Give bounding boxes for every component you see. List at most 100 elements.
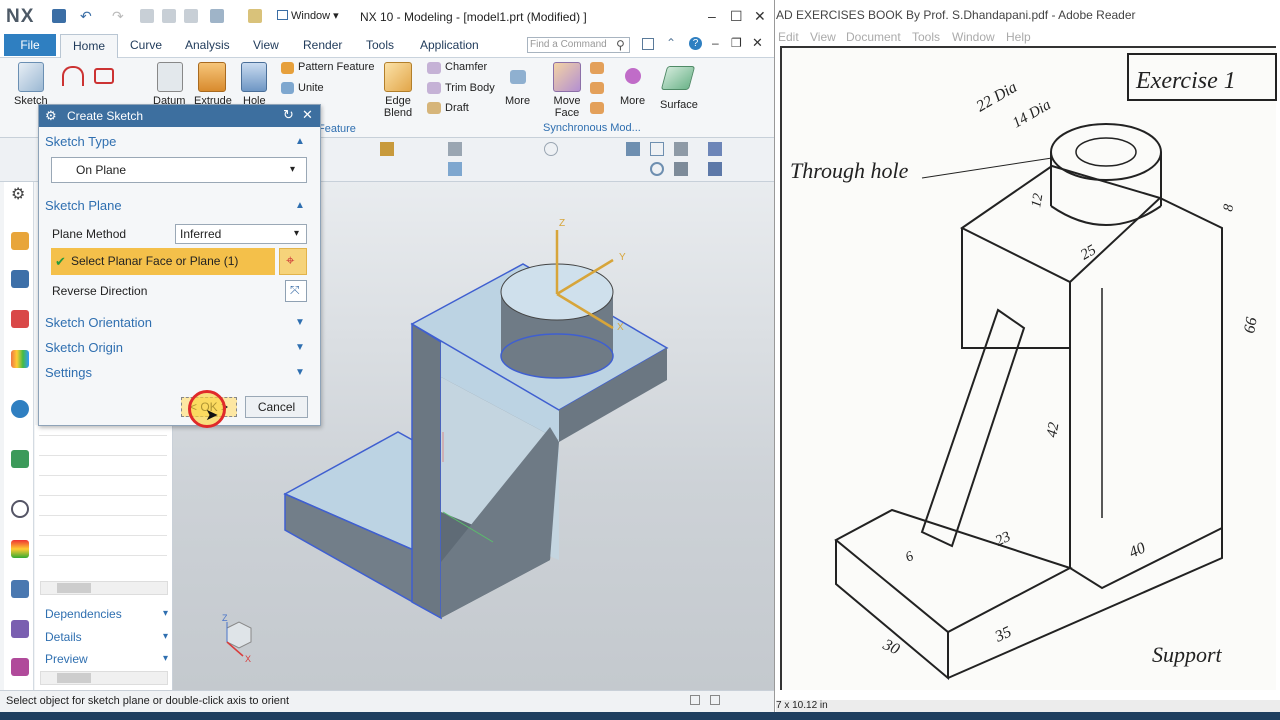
sketch-icon[interactable] [18,62,44,92]
sketch-origin-section[interactable]: Sketch Origin [45,340,315,355]
snap-icon-4[interactable] [448,162,462,176]
status-icon-1[interactable] [690,695,700,705]
tab-analysis[interactable]: Analysis [185,38,230,52]
doc-restore-icon[interactable]: ❐ [731,36,742,50]
window-menu[interactable]: Window ▾ [277,9,339,22]
copy-icon[interactable] [162,9,176,23]
find-command-input[interactable]: Find a Command [527,37,630,53]
reset-icon[interactable]: ↻ [283,107,294,123]
view-icon-3[interactable] [674,142,688,156]
menu-tools[interactable]: Tools [912,30,940,44]
roles-icon[interactable] [11,620,29,638]
sketch-type-collapse-icon[interactable]: ▲ [295,136,305,147]
menu-view[interactable]: View [810,30,836,44]
surface-button[interactable]: Surface [660,99,698,111]
reuse-library-icon[interactable] [11,350,29,368]
collapse-ribbon-icon[interactable]: ⌃ [666,36,676,50]
hole-icon[interactable] [241,62,267,92]
dialog-gear-icon[interactable]: ⚙ [45,108,57,124]
tab-file[interactable]: File [4,34,56,56]
sketch-plane-section[interactable]: Sketch Plane [45,198,315,213]
system-scenes-icon[interactable] [11,658,29,676]
help-icon[interactable]: ? [689,37,702,50]
dialog-close-icon[interactable]: ✕ [302,107,313,123]
settings-section[interactable]: Settings [45,365,315,380]
draft-button[interactable]: Draft [445,102,469,114]
history-icon[interactable] [11,450,29,468]
sketch-type-select[interactable]: On Plane ▾ [51,157,307,183]
datum-plane-icon[interactable] [157,62,183,92]
doc-minimize-icon[interactable]: – [712,36,719,50]
preview-chevron-icon[interactable]: ▾ [163,653,168,664]
close-icon[interactable]: ✕ [754,8,766,25]
plane-dialog-button[interactable]: ⌖ [279,248,307,275]
menu-edit[interactable]: Edit [778,30,799,44]
move-face-icon[interactable] [553,62,581,92]
menu-help[interactable]: Help [1006,30,1031,44]
extrude-icon[interactable] [198,62,226,92]
tab-curve[interactable]: Curve [130,38,162,52]
render-style-icon[interactable] [674,162,688,176]
tab-home[interactable]: Home [60,34,118,59]
clock-icon[interactable] [11,500,29,518]
details-header[interactable]: Details [45,630,82,644]
status-icon-2[interactable] [710,695,720,705]
dependencies-header[interactable]: Dependencies [45,607,122,621]
settings-expand-icon[interactable]: ▼ [295,367,305,378]
menu-document[interactable]: Document [846,30,901,44]
constraint-navigator-icon[interactable] [11,270,29,288]
system-materials-icon[interactable] [11,540,29,558]
undo-icon[interactable]: ↶ [80,9,94,23]
wall-side-face[interactable] [411,322,442,620]
sketch-type-section[interactable]: Sketch Type [45,134,315,149]
surface-icon[interactable] [660,66,696,90]
snap-icon-3[interactable] [544,142,558,156]
sketch-orientation-expand-icon[interactable]: ▼ [295,317,305,328]
redo-icon[interactable]: ↷ [112,9,126,23]
edge-blend-button[interactable]: Edge Blend [380,95,416,119]
touch-mode-icon[interactable] [210,9,224,23]
sketch-plane-collapse-icon[interactable]: ▲ [295,200,305,211]
pdf-page[interactable]: Exercise 1 Through hole 22 Dia 14 Dia 12… [780,46,1277,690]
rectangle-icon[interactable] [94,68,114,84]
paste-icon[interactable] [184,9,198,23]
preview-scrollbar[interactable] [40,671,168,685]
save-icon[interactable] [52,9,66,23]
pattern-feature-icon[interactable] [281,62,294,74]
process-studio-icon[interactable] [11,580,29,598]
chamfer-icon[interactable] [427,62,441,74]
navigator-scrollbar[interactable] [40,581,168,595]
sync-tool-2-icon[interactable] [590,82,604,94]
tab-view[interactable]: View [253,38,279,52]
dependencies-chevron-icon[interactable]: ▾ [163,608,168,619]
dropdown-arrow-icon[interactable]: ▾ [290,158,295,182]
pattern-feature-button[interactable]: Pattern Feature [298,61,374,73]
edge-blend-icon[interactable] [384,62,412,92]
more-features-icon[interactable] [510,70,526,84]
menu-window[interactable]: Window [952,30,995,44]
snap-icon-2[interactable] [448,142,462,156]
rotate-icon[interactable] [650,162,664,176]
view-icon-2[interactable] [650,142,664,156]
assembly-navigator-icon[interactable] [11,232,29,250]
sync-tool-3-icon[interactable] [590,102,604,114]
more-sync-icon[interactable] [625,68,641,84]
chamfer-button[interactable]: Chamfer [445,61,487,73]
tab-tools[interactable]: Tools [366,38,394,52]
move-face-button[interactable]: Move Face [552,95,582,119]
cancel-button[interactable]: Cancel [245,396,308,418]
select-planar-face-row[interactable]: ✔ Select Planar Face or Plane (1) [51,248,275,275]
ribbon-options-icon[interactable] [642,38,654,50]
sketch-orientation-section[interactable]: Sketch Orientation [45,315,315,330]
part-navigator-icon[interactable] [11,310,29,328]
trim-body-button[interactable]: Trim Body [445,82,495,94]
dialog-title-bar[interactable]: ⚙ Create Sketch ↻ ✕ [39,105,320,127]
maximize-icon[interactable]: ☐ [730,8,743,25]
tab-render[interactable]: Render [303,38,342,52]
search-icon[interactable]: ⚲ [616,38,625,52]
unite-button[interactable]: Unite [298,82,324,94]
minimize-icon[interactable]: – [708,8,716,24]
view-orient-icon[interactable] [708,162,722,176]
snap-icon-1[interactable] [380,142,394,156]
reverse-direction-button[interactable]: ⤧ [285,280,307,302]
